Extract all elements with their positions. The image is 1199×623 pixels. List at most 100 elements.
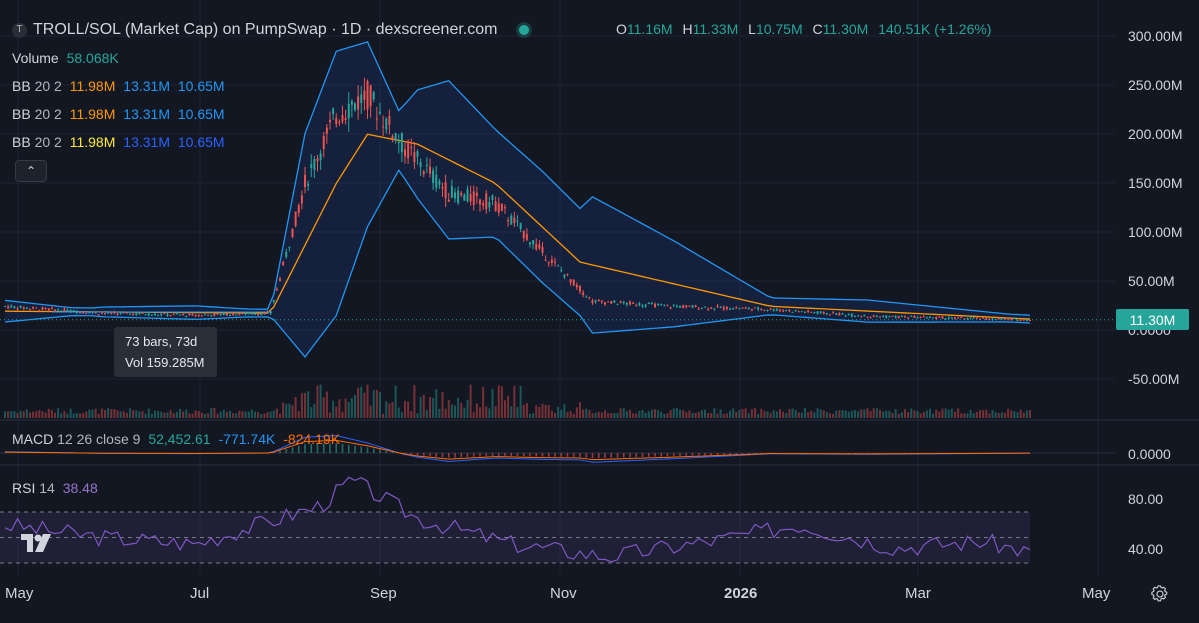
volume-bar xyxy=(188,413,191,418)
candle-body xyxy=(475,192,478,197)
candle-body xyxy=(57,309,60,311)
candle-body xyxy=(629,301,631,305)
volume-bar xyxy=(250,409,253,418)
bb-legend-1[interactable]: BB 20 2 11.98M 13.31M 10.65M xyxy=(12,77,225,95)
volume-bar xyxy=(529,413,531,418)
candle-body xyxy=(529,242,531,245)
volume-bar xyxy=(857,411,860,418)
chart-title[interactable]: TROLL/SOL (Market Cap) on PumpSwap · 1D … xyxy=(33,21,497,38)
candle-body xyxy=(585,296,588,298)
candle-body xyxy=(982,317,985,319)
tradingview-logo-icon[interactable] xyxy=(19,530,55,556)
volume-bar xyxy=(775,411,778,418)
volume-bar xyxy=(675,408,678,418)
volume-bar xyxy=(907,411,910,418)
candle-body xyxy=(613,300,616,303)
macd-legend[interactable]: MACD 12 26 close 9 52,452.61 -771.74K -8… xyxy=(12,430,340,448)
macd-histogram-bar xyxy=(279,450,281,453)
volume-bar xyxy=(110,409,113,418)
volume-bar xyxy=(932,413,935,418)
volume-bar xyxy=(525,403,528,418)
volume-bar xyxy=(47,408,50,418)
candle-body xyxy=(304,175,306,188)
volume-bar xyxy=(657,410,660,418)
volume-bar xyxy=(335,406,338,418)
candle-body xyxy=(32,306,35,309)
volume-bar xyxy=(313,403,316,418)
volume-bar xyxy=(510,406,513,418)
candle-body xyxy=(172,313,175,315)
candle-body xyxy=(554,261,556,263)
candle-body xyxy=(685,305,688,307)
volume-bar xyxy=(360,386,363,418)
macd-histogram-bar xyxy=(616,453,619,458)
candle-body xyxy=(322,135,325,150)
candle-body xyxy=(147,313,150,316)
volume-bar xyxy=(60,413,63,418)
bb-label: BB xyxy=(12,78,31,94)
volume-bar xyxy=(744,408,747,418)
candle-body xyxy=(719,306,722,308)
volume-bar xyxy=(804,408,806,418)
volume-bar xyxy=(757,413,760,418)
candle-body xyxy=(725,306,728,310)
candle-body xyxy=(850,313,853,317)
volume-bar xyxy=(197,411,200,418)
candle-body xyxy=(244,312,247,315)
gear-icon[interactable] xyxy=(1151,585,1169,603)
macd-histogram-bar xyxy=(491,453,494,456)
chart-title-row: T TROLL/SOL (Market Cap) on PumpSwap · 1D… xyxy=(12,20,530,39)
candle-body xyxy=(394,132,397,141)
y-tick-label: 300.00M xyxy=(1128,28,1183,44)
candle-body xyxy=(688,305,691,307)
bb-lower-value: 10.65M xyxy=(177,106,225,122)
volume-legend[interactable]: Volume 58.068K xyxy=(12,49,119,67)
volume-bar xyxy=(341,411,344,418)
candle-body xyxy=(47,308,50,311)
candle-body xyxy=(482,202,485,206)
volume-bar xyxy=(275,408,278,418)
candle-body xyxy=(594,300,597,303)
volume-bar xyxy=(138,411,141,418)
candle-body xyxy=(847,313,850,315)
macd-histogram-bar xyxy=(610,453,613,458)
candle-body xyxy=(575,284,578,288)
candle-body xyxy=(444,182,447,199)
candle-body xyxy=(960,317,963,319)
candle-body xyxy=(957,317,960,319)
rsi-legend[interactable]: RSI 14 38.48 xyxy=(12,479,98,497)
candle-body xyxy=(807,310,810,312)
candle-body xyxy=(88,312,91,314)
bb-legend-2[interactable]: BB 20 2 11.98M 13.31M 10.65M xyxy=(12,105,225,123)
candle-body xyxy=(13,306,16,308)
candle-body xyxy=(507,220,510,222)
candle-body xyxy=(788,309,791,312)
macd-histogram-bar xyxy=(479,453,481,457)
macd-histogram-bar xyxy=(441,453,444,458)
volume-bar xyxy=(19,410,22,418)
candle-body xyxy=(747,307,750,310)
candle-body xyxy=(738,308,741,310)
volume-bar xyxy=(994,412,997,418)
volume-bar xyxy=(194,410,197,418)
bb-legend-3[interactable]: BB 20 2 11.98M 13.31M 10.65M xyxy=(12,133,225,151)
macd-params: 12 26 close 9 xyxy=(57,431,141,447)
volume-bar xyxy=(216,413,219,418)
macd-histogram-bar xyxy=(372,448,375,453)
candle-body xyxy=(863,314,866,317)
collapse-legend-button[interactable]: ⌃ xyxy=(15,160,47,182)
candle-body xyxy=(666,304,669,306)
volume-bar xyxy=(904,409,906,418)
candle-body xyxy=(313,159,316,170)
volume-bar xyxy=(997,413,1000,418)
candle-body xyxy=(722,307,725,310)
volume-bar xyxy=(122,411,125,418)
volume-bar xyxy=(816,408,819,418)
volume-bar xyxy=(625,411,628,418)
candle-body xyxy=(750,308,753,311)
candle-body xyxy=(104,313,106,315)
volume-bar xyxy=(572,413,575,418)
candle-body xyxy=(769,308,772,310)
candle-body xyxy=(932,317,935,319)
candle-body xyxy=(844,315,847,317)
